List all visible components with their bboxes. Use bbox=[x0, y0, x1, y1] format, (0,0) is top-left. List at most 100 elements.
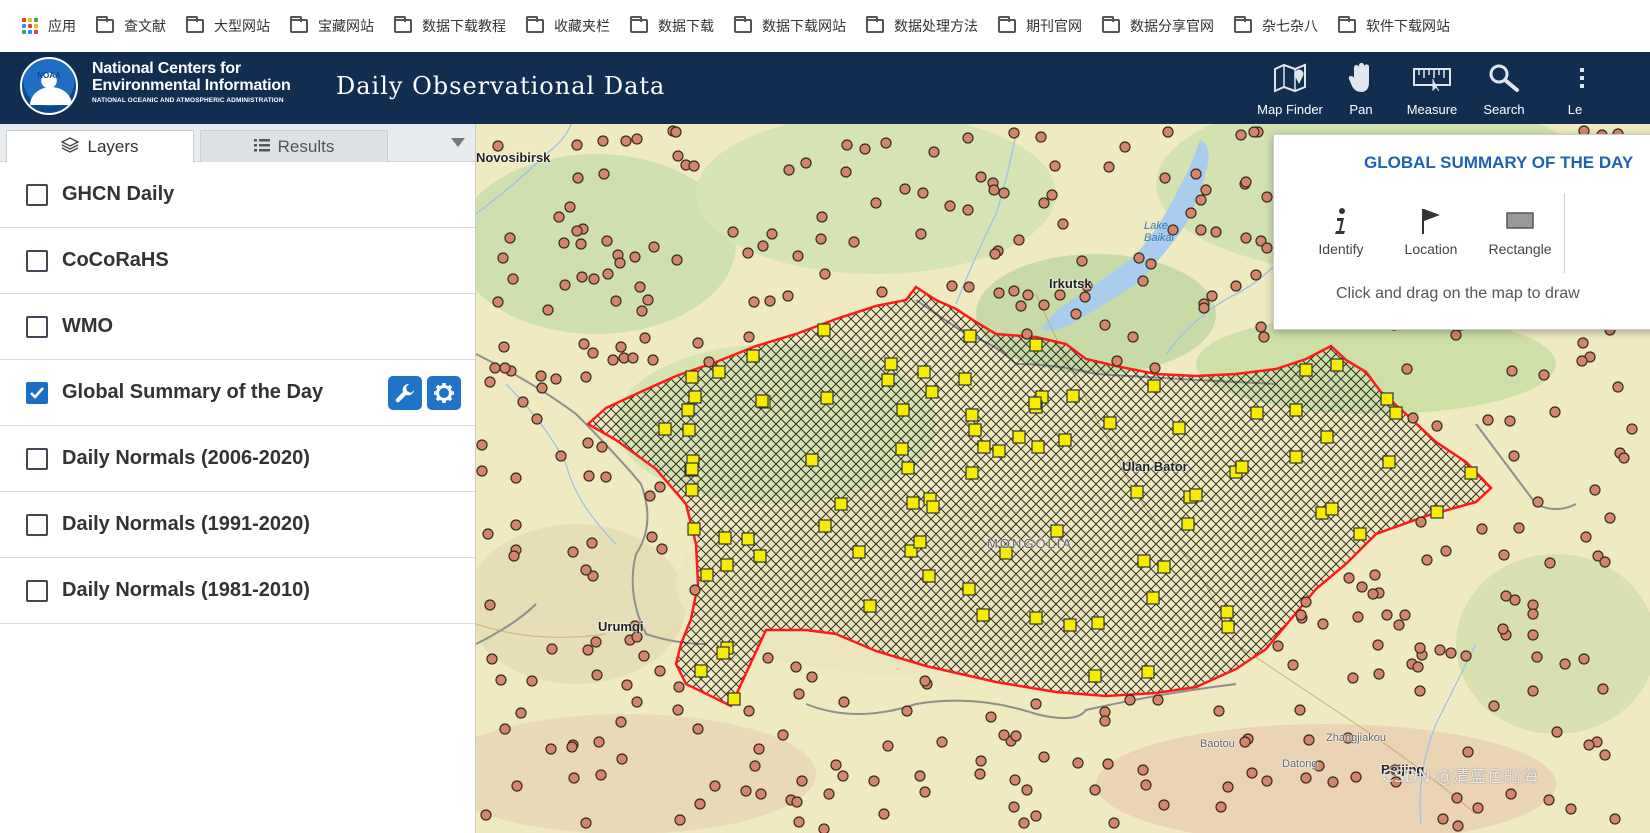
selected-station-marker[interactable] bbox=[1141, 665, 1155, 679]
station-marker[interactable] bbox=[568, 772, 580, 784]
station-marker[interactable] bbox=[791, 796, 803, 808]
station-marker[interactable] bbox=[1246, 767, 1258, 779]
selected-station-marker[interactable] bbox=[1031, 440, 1045, 454]
station-marker[interactable] bbox=[634, 281, 646, 293]
selected-station-marker[interactable] bbox=[965, 408, 979, 422]
station-marker[interactable] bbox=[806, 671, 818, 683]
selected-station-marker[interactable] bbox=[958, 372, 972, 386]
station-marker[interactable] bbox=[1103, 161, 1115, 173]
station-marker[interactable] bbox=[1195, 224, 1207, 236]
station-marker[interactable] bbox=[1008, 801, 1020, 813]
station-marker[interactable] bbox=[1200, 184, 1212, 196]
station-marker[interactable] bbox=[654, 481, 666, 493]
station-marker[interactable] bbox=[777, 729, 789, 741]
station-marker[interactable] bbox=[944, 200, 956, 212]
station-marker[interactable] bbox=[740, 785, 752, 797]
station-marker[interactable] bbox=[1261, 242, 1273, 254]
station-marker[interactable] bbox=[546, 643, 558, 655]
selected-station-marker[interactable] bbox=[895, 442, 909, 456]
station-marker[interactable] bbox=[1235, 129, 1247, 141]
layer-row[interactable]: Daily Normals (1991-2020) bbox=[0, 492, 475, 558]
layer-row[interactable]: GHCN Daily bbox=[0, 162, 475, 228]
station-marker[interactable] bbox=[1303, 734, 1315, 746]
station-marker[interactable] bbox=[985, 711, 997, 723]
station-marker[interactable] bbox=[1185, 207, 1197, 219]
org-name[interactable]: National Centers for Environmental Infor… bbox=[92, 60, 291, 104]
station-marker[interactable] bbox=[1240, 232, 1252, 244]
station-marker[interactable] bbox=[1482, 414, 1494, 426]
station-marker[interactable] bbox=[1287, 659, 1299, 671]
station-marker[interactable] bbox=[766, 228, 778, 240]
selected-station-marker[interactable] bbox=[901, 461, 915, 475]
bookmark-folder[interactable]: 收藏夹栏 bbox=[518, 0, 622, 52]
station-marker[interactable] bbox=[1381, 609, 1393, 621]
station-marker[interactable] bbox=[631, 696, 643, 708]
selected-station-marker[interactable] bbox=[1172, 421, 1186, 435]
selected-station-marker[interactable] bbox=[884, 357, 898, 371]
station-marker[interactable] bbox=[975, 755, 987, 767]
layer-row[interactable]: WMO bbox=[0, 294, 475, 360]
bookmark-folder[interactable]: 期刊官网 bbox=[990, 0, 1094, 52]
station-marker[interactable] bbox=[511, 780, 523, 792]
selected-station-marker[interactable] bbox=[963, 329, 977, 343]
station-marker[interactable] bbox=[1133, 252, 1145, 264]
selected-station-marker[interactable] bbox=[1220, 605, 1234, 619]
station-marker[interactable] bbox=[915, 228, 927, 240]
station-marker[interactable] bbox=[748, 296, 760, 308]
station-marker[interactable] bbox=[1076, 255, 1088, 267]
selected-station-marker[interactable] bbox=[1103, 416, 1117, 430]
selected-station-marker[interactable] bbox=[753, 549, 767, 563]
station-marker[interactable] bbox=[1079, 291, 1091, 303]
station-marker[interactable] bbox=[692, 337, 704, 349]
station-marker[interactable] bbox=[1198, 302, 1210, 314]
selected-station-marker[interactable] bbox=[741, 532, 755, 546]
selected-station-marker[interactable] bbox=[1235, 460, 1249, 474]
station-marker[interactable] bbox=[988, 184, 1000, 196]
station-marker[interactable] bbox=[880, 137, 892, 149]
station-marker[interactable] bbox=[859, 143, 871, 155]
station-marker[interactable] bbox=[582, 437, 594, 449]
station-marker[interactable] bbox=[1261, 775, 1273, 787]
station-marker[interactable] bbox=[1195, 194, 1207, 206]
selected-station-marker[interactable] bbox=[805, 453, 819, 467]
station-marker[interactable] bbox=[793, 816, 805, 828]
layer-row[interactable]: Daily Normals (2006-2020) bbox=[0, 426, 475, 492]
station-marker[interactable] bbox=[671, 254, 683, 266]
identify-button[interactable]: Identify bbox=[1296, 205, 1386, 257]
station-marker[interactable] bbox=[819, 268, 831, 280]
station-marker[interactable] bbox=[550, 373, 562, 385]
station-marker[interactable] bbox=[621, 679, 633, 691]
station-marker[interactable] bbox=[590, 636, 602, 648]
station-marker[interactable] bbox=[587, 347, 599, 359]
station-marker[interactable] bbox=[928, 146, 940, 158]
station-marker[interactable] bbox=[616, 753, 628, 765]
station-marker[interactable] bbox=[1099, 715, 1111, 727]
station-marker[interactable] bbox=[727, 226, 739, 238]
station-marker[interactable] bbox=[1124, 694, 1136, 706]
station-marker[interactable] bbox=[1421, 554, 1433, 566]
station-marker[interactable] bbox=[1350, 771, 1362, 783]
station-marker[interactable] bbox=[998, 187, 1010, 199]
selected-station-marker[interactable] bbox=[720, 558, 734, 572]
station-marker[interactable] bbox=[1111, 355, 1123, 367]
station-marker[interactable] bbox=[1543, 794, 1555, 806]
station-marker[interactable] bbox=[567, 546, 579, 558]
selected-station-marker[interactable] bbox=[1029, 338, 1043, 352]
station-marker[interactable] bbox=[1599, 749, 1611, 761]
station-marker[interactable] bbox=[1038, 299, 1050, 311]
selected-station-marker[interactable] bbox=[1389, 406, 1403, 420]
station-marker[interactable] bbox=[564, 201, 576, 213]
selected-station-marker[interactable] bbox=[1382, 455, 1396, 469]
station-marker[interactable] bbox=[535, 370, 547, 382]
station-marker[interactable] bbox=[1108, 817, 1120, 829]
station-marker[interactable] bbox=[840, 166, 852, 178]
selected-station-marker[interactable] bbox=[685, 483, 699, 497]
caret-down-icon[interactable] bbox=[451, 138, 465, 147]
station-marker[interactable] bbox=[555, 450, 567, 462]
station-marker[interactable] bbox=[688, 160, 700, 172]
station-marker[interactable] bbox=[1508, 450, 1520, 462]
rectangle-button[interactable]: Rectangle bbox=[1475, 205, 1565, 257]
selected-station-marker[interactable] bbox=[1137, 554, 1151, 568]
selected-station-marker[interactable] bbox=[922, 569, 936, 583]
selected-station-marker[interactable] bbox=[1088, 669, 1102, 683]
